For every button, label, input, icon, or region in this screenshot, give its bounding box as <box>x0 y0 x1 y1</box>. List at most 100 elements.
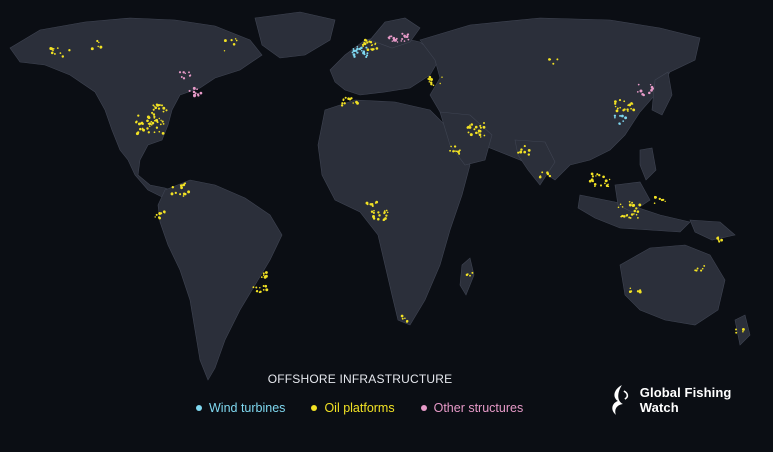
oil-point <box>147 122 150 125</box>
oil-point <box>474 125 478 129</box>
other-point <box>194 92 197 95</box>
oil-point <box>441 76 443 78</box>
oil-point <box>452 150 455 153</box>
oil-point <box>171 185 175 189</box>
oil-point <box>605 184 609 187</box>
oil-point <box>147 116 151 120</box>
wind-point <box>352 47 355 50</box>
oil-point <box>232 43 236 46</box>
oil-point <box>400 314 404 318</box>
oil-point <box>146 119 149 123</box>
oil-point <box>591 175 595 178</box>
landmasses <box>9 11 751 381</box>
wind-point <box>366 54 369 57</box>
oil-point <box>53 52 56 55</box>
oil-point <box>470 123 474 126</box>
oil-point <box>590 172 594 176</box>
legend-label-oil-platforms: Oil platforms <box>324 401 395 415</box>
oil-point <box>628 203 632 207</box>
oil-point <box>182 183 186 187</box>
legend-item-other-structures: Other structures <box>420 401 523 415</box>
oil-point <box>372 211 375 214</box>
oil-point <box>182 195 185 197</box>
oil-point <box>482 125 486 129</box>
north-america <box>9 17 263 204</box>
legend-item-wind-turbines: Wind turbines <box>196 401 285 415</box>
oil-point <box>626 108 629 111</box>
oil-point <box>596 173 599 176</box>
brand-name: Global Fishing Watch <box>639 385 732 415</box>
oil-point <box>405 319 409 323</box>
oil-point <box>179 184 183 187</box>
other-point <box>200 92 202 95</box>
other-point <box>196 88 198 91</box>
other-point <box>192 86 196 90</box>
oil-point <box>632 108 636 112</box>
oil-point <box>355 100 358 104</box>
oil-point <box>621 206 624 208</box>
greenland <box>254 11 336 59</box>
oil-point <box>465 273 469 277</box>
oil-point <box>430 81 433 84</box>
oil-point <box>556 58 559 61</box>
oil-point <box>479 124 482 127</box>
oil-point <box>660 198 664 202</box>
oil-point <box>479 136 482 138</box>
other-point <box>641 93 644 96</box>
oil-point <box>619 106 621 109</box>
oil-point <box>599 184 603 187</box>
oil-point <box>469 133 473 137</box>
oil-point <box>137 132 140 135</box>
south-america <box>157 179 283 381</box>
oil-point <box>471 271 474 274</box>
oil-point <box>664 200 666 203</box>
other-point <box>196 93 200 96</box>
wind-point <box>353 55 356 58</box>
oil-point <box>152 104 155 107</box>
oil-point <box>527 148 531 152</box>
other-point <box>400 40 403 42</box>
oil-point <box>260 276 263 278</box>
brand[interactable]: Global Fishing Watch <box>608 383 773 417</box>
oil-point <box>161 120 164 123</box>
oil-point <box>467 125 470 128</box>
oil-point <box>59 52 62 54</box>
oil-point <box>61 55 65 58</box>
oil-point <box>262 285 265 287</box>
oil-point <box>262 274 265 276</box>
oil-point <box>375 201 378 204</box>
oil-point <box>695 269 698 272</box>
australia <box>619 244 726 326</box>
wind-point <box>620 114 624 118</box>
oil-point <box>263 275 267 279</box>
oil-point <box>151 111 154 114</box>
other-point <box>639 89 643 93</box>
oil-point <box>614 100 617 103</box>
oil-point <box>155 213 158 216</box>
oil-point <box>377 217 380 221</box>
oil-point <box>97 45 99 48</box>
oil-point <box>598 174 601 177</box>
oil-point <box>623 100 626 103</box>
oil-point <box>439 82 441 85</box>
oil-point <box>636 210 640 213</box>
oil-point <box>137 114 140 117</box>
oil-point <box>483 122 485 124</box>
oil-point <box>142 128 145 132</box>
oil-point <box>619 203 622 206</box>
oil-point <box>98 41 100 44</box>
oil-point <box>154 106 158 110</box>
oil-point <box>520 148 523 151</box>
oil-point <box>155 103 159 106</box>
oil-point <box>235 39 238 42</box>
oil-point <box>344 96 347 99</box>
oil-point <box>223 39 227 43</box>
oil-point <box>539 175 542 177</box>
other-point <box>650 89 653 92</box>
oil-point <box>255 290 258 293</box>
oil-point <box>140 121 144 125</box>
oil-point <box>631 201 634 204</box>
oil-point <box>595 175 597 177</box>
oil-point <box>630 107 632 110</box>
oil-point <box>384 217 387 220</box>
